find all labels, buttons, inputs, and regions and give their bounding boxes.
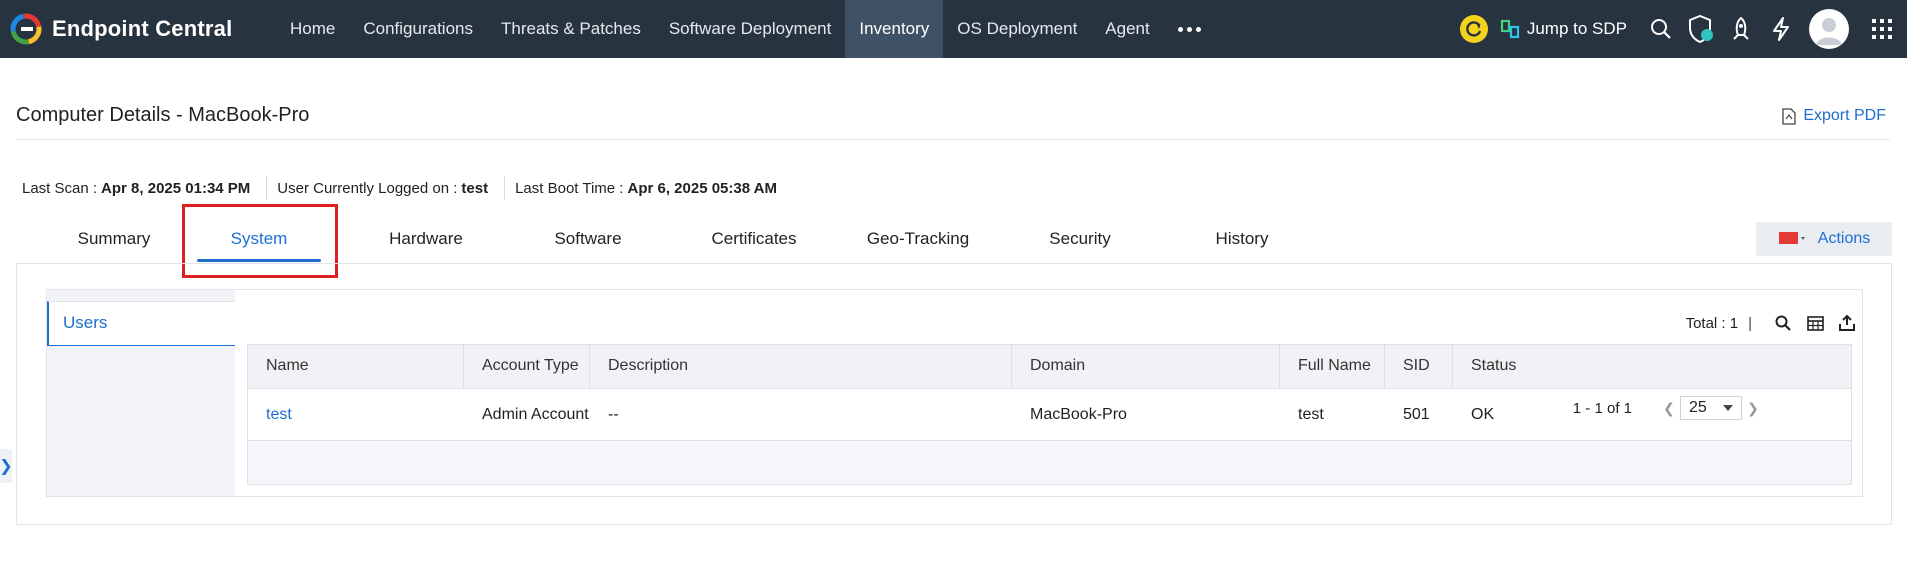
nav-home[interactable]: Home [276, 0, 349, 58]
column-header-status[interactable]: Status [1453, 345, 1851, 389]
last-scan-label: Last Scan : [22, 179, 98, 197]
divider [504, 176, 506, 200]
nav-os-deployment[interactable]: OS Deployment [943, 0, 1091, 58]
column-header-full-name[interactable]: Full Name [1280, 345, 1385, 389]
jump-to-sdp-link[interactable]: Jump to SDP [1500, 19, 1627, 39]
top-navigation-bar: Endpoint Central Home Configurations Thr… [0, 0, 1907, 58]
refresh-icon[interactable] [1454, 0, 1494, 58]
security-shield-icon[interactable] [1681, 0, 1721, 58]
cell-name[interactable]: test [248, 389, 292, 441]
cell-domain: MacBook-Pro [1030, 406, 1127, 423]
endpoint-central-logo-icon [10, 13, 42, 45]
last-boot-value: Apr 6, 2025 05:38 AM [627, 179, 778, 197]
sdp-icon [1500, 19, 1519, 39]
cell-account-type: Admin Account [482, 406, 589, 423]
app-grid-icon[interactable] [1857, 0, 1907, 58]
cell-full-name: test [1298, 406, 1324, 423]
more-menu-icon[interactable] [1164, 0, 1215, 58]
page-title: Computer Details - MacBook-Pro [16, 104, 310, 126]
brand-name: Endpoint Central [52, 16, 233, 41]
rocket-icon[interactable] [1721, 0, 1761, 58]
search-icon[interactable] [1641, 0, 1681, 58]
tab-summary[interactable]: Summary [44, 222, 184, 264]
jump-to-sdp-label: Jump to SDP [1526, 19, 1627, 38]
nav-inventory[interactable]: Inventory [845, 0, 944, 58]
table-toolbar: Total : 1 | [1686, 312, 1858, 334]
toolbar-divider: | [1748, 314, 1752, 332]
export-pdf-button[interactable]: Export PDF [1782, 107, 1886, 125]
previous-page-icon[interactable]: ❮ [1660, 397, 1678, 419]
search-icon[interactable] [1772, 312, 1794, 334]
column-header-description[interactable]: Description [590, 345, 1012, 389]
page-size-value: 25 [1689, 399, 1707, 416]
column-header-sid[interactable]: SID [1385, 345, 1453, 389]
monitor-dropdown-icon [1778, 232, 1805, 244]
side-menu-users[interactable]: Users [47, 301, 235, 346]
export-icon[interactable] [1836, 312, 1858, 334]
tab-history[interactable]: History [1172, 222, 1312, 264]
total-count: Total : 1 [1685, 314, 1739, 332]
topbar-tools: Jump to SDP [1454, 0, 1907, 58]
page-size-select[interactable]: 25 [1680, 396, 1742, 420]
pdf-file-icon [1782, 107, 1796, 125]
lightning-icon[interactable] [1761, 0, 1801, 58]
column-header-account-type[interactable]: Account Type [464, 345, 590, 389]
last-scan-value: Apr 8, 2025 01:34 PM [101, 179, 251, 197]
nav-threats-patches[interactable]: Threats & Patches [487, 0, 655, 58]
nav-configurations[interactable]: Configurations [349, 0, 487, 58]
cell-description: -- [608, 406, 619, 423]
table-header: Name Account Type Description Domain Ful… [248, 345, 1851, 389]
column-header-domain[interactable]: Domain [1012, 345, 1280, 389]
last-boot-label: Last Boot Time : [515, 179, 624, 197]
tab-geo-tracking[interactable]: Geo-Tracking [848, 222, 988, 264]
tab-security[interactable]: Security [1010, 222, 1150, 264]
cell-status: OK [1471, 406, 1495, 423]
next-page-icon[interactable]: ❯ [1744, 397, 1762, 419]
brand[interactable]: Endpoint Central [10, 13, 232, 45]
tab-software[interactable]: Software [526, 222, 650, 264]
divider [266, 176, 268, 200]
actions-button[interactable]: Actions [1756, 222, 1892, 256]
user-avatar[interactable] [1809, 9, 1849, 49]
pagination: 1 - 1 of 1 ❮ 25 ❯ [1573, 396, 1762, 420]
nav-agent[interactable]: Agent [1091, 0, 1163, 58]
content-panel: Users Total : 1 | Name Account Type Desc… [16, 263, 1892, 525]
expand-panel-icon[interactable]: ❯ [0, 449, 13, 483]
column-chooser-icon[interactable] [1804, 312, 1826, 334]
logged-user-label: User Currently Logged on : [277, 179, 458, 197]
header-divider [16, 139, 1890, 140]
logged-user-value: test [461, 179, 489, 197]
system-side-menu: Users [47, 290, 235, 496]
cell-sid: 501 [1403, 406, 1430, 423]
column-header-name[interactable]: Name [248, 345, 464, 389]
chevron-down-icon [1723, 405, 1733, 411]
export-pdf-label: Export PDF [1803, 107, 1886, 124]
tab-hardware[interactable]: Hardware [364, 222, 488, 264]
nav-software-deployment[interactable]: Software Deployment [655, 0, 846, 58]
scan-info-bar: Last Scan : Apr 8, 2025 01:34 PM User Cu… [22, 176, 777, 200]
system-section: Users Total : 1 | Name Account Type Desc… [46, 289, 1863, 497]
actions-label: Actions [1817, 230, 1871, 247]
pagination-range: 1 - 1 of 1 [1572, 399, 1632, 417]
tab-certificates[interactable]: Certificates [684, 222, 824, 264]
main-nav: Home Configurations Threats & Patches So… [276, 0, 1215, 58]
